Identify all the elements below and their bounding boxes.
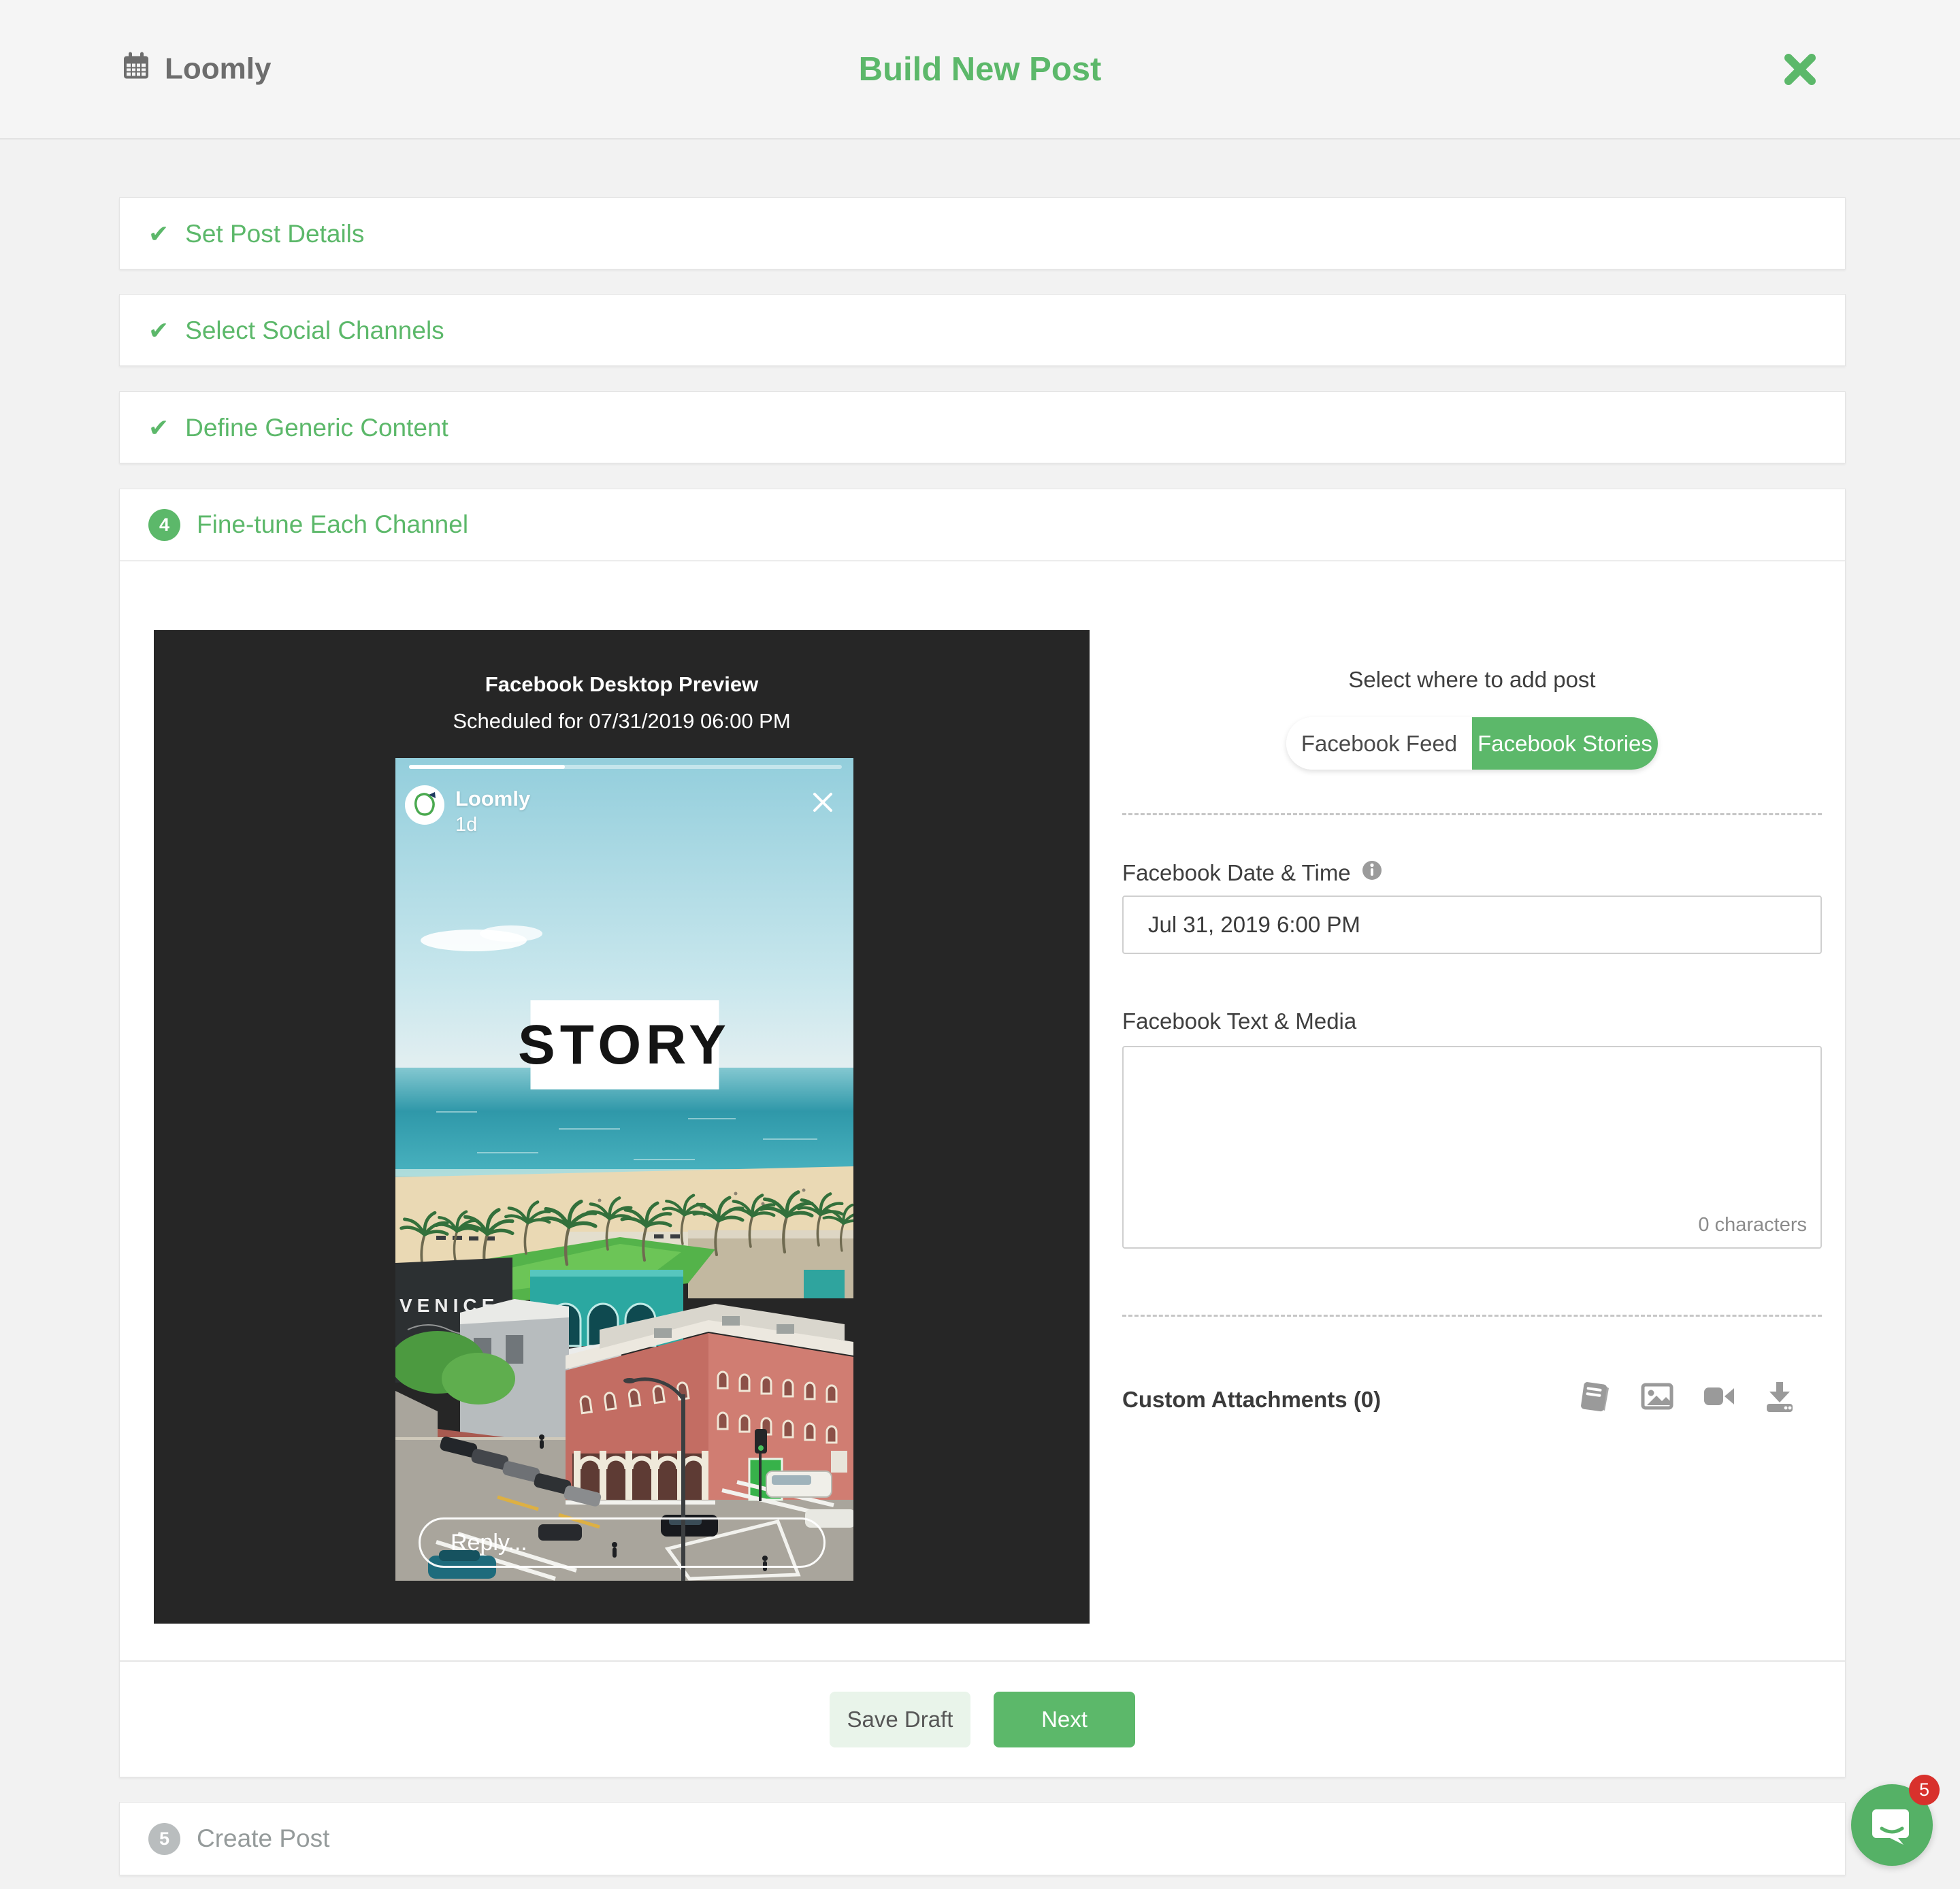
datetime-label: Facebook Date & Time <box>1122 860 1351 886</box>
story-age: 1d <box>455 814 477 836</box>
avatar <box>405 785 444 825</box>
close-icon[interactable] <box>1782 51 1818 88</box>
toggle-facebook-feed[interactable]: Facebook Feed <box>1286 717 1472 770</box>
brand: Loomly <box>121 50 271 88</box>
story-photo: VENICE <box>395 758 853 1581</box>
text-media-field-wrap: 0 characters <box>1122 1046 1822 1249</box>
library-icon[interactable] <box>1577 1377 1615 1415</box>
modal-header: Loomly Build New Post <box>0 0 1960 139</box>
page-title: Build New Post <box>859 50 1102 88</box>
facebook-preview-panel: Facebook Desktop Preview Scheduled for 0… <box>154 630 1090 1624</box>
facebook-story-preview: VENICE <box>395 758 853 1581</box>
step-label: Set Post Details <box>185 220 364 248</box>
story-progress-fill <box>409 765 565 769</box>
white-van <box>766 1471 832 1497</box>
chat-unread-badge: 5 <box>1909 1775 1940 1805</box>
step4-footer: Save Draft Next <box>120 1660 1845 1777</box>
step-header-create-post[interactable]: 5 Create Post <box>120 1803 1845 1875</box>
check-icon: ✔ <box>148 318 169 343</box>
story-overlay-card: STORY <box>530 1000 719 1089</box>
step-header-set-post-details[interactable]: ✔ Set Post Details <box>120 198 1845 270</box>
story-account-name: Loomly <box>455 787 530 811</box>
text-media-label: Facebook Text & Media <box>1122 1008 1356 1034</box>
step-header-define-generic-content[interactable]: ✔ Define Generic Content <box>120 392 1845 464</box>
select-where-heading: Select where to add post <box>1122 667 1822 693</box>
image-icon[interactable] <box>1638 1377 1676 1415</box>
preview-title: Facebook Desktop Preview <box>154 672 1090 697</box>
download-icon[interactable] <box>1761 1377 1799 1415</box>
post-destination-toggle: Facebook Feed Facebook Stories <box>1286 717 1658 770</box>
story-reply-field: Reply... <box>419 1517 826 1568</box>
step-number-badge: 4 <box>148 509 180 541</box>
attachment-actions <box>1577 1377 1799 1415</box>
step-card-define-generic-content: ✔ Define Generic Content <box>119 391 1846 463</box>
step-label: Select Social Channels <box>185 316 444 345</box>
story-close-icon <box>810 789 836 815</box>
step-card-fine-tune-each-channel: 4 Fine-tune Each Channel Facebook Deskto… <box>119 489 1846 1777</box>
story-progress-bar <box>409 765 842 769</box>
toggle-facebook-stories[interactable]: Facebook Stories <box>1472 717 1658 770</box>
step-header-select-social-channels[interactable]: ✔ Select Social Channels <box>120 295 1845 367</box>
character-count: 0 characters <box>1698 1214 1807 1236</box>
calendar-icon <box>121 50 151 88</box>
video-icon[interactable] <box>1699 1377 1737 1415</box>
custom-attachments-label: Custom Attachments (0) <box>1122 1387 1381 1413</box>
info-icon <box>1362 860 1382 886</box>
save-draft-button[interactable]: Save Draft <box>830 1692 970 1747</box>
step-label: Fine-tune Each Channel <box>197 510 468 539</box>
step-label: Create Post <box>197 1824 329 1853</box>
channel-settings-panel: Select where to add post Facebook Feed F… <box>1122 630 1822 1660</box>
text-media-label-row: Facebook Text & Media <box>1122 1008 1356 1034</box>
next-button[interactable]: Next <box>994 1692 1135 1747</box>
preview-schedule: Scheduled for 07/31/2019 06:00 PM <box>154 709 1090 734</box>
datetime-label-row: Facebook Date & Time <box>1122 860 1382 886</box>
step-header-fine-tune-each-channel[interactable]: 4 Fine-tune Each Channel <box>120 489 1845 561</box>
step-card-create-post: 5 Create Post <box>119 1802 1846 1875</box>
check-icon: ✔ <box>148 416 169 440</box>
check-icon: ✔ <box>148 222 169 246</box>
divider <box>1122 813 1822 815</box>
divider <box>1122 1315 1822 1317</box>
step-number-badge: 5 <box>148 1823 180 1855</box>
story-overlay-text: STORY <box>518 1013 731 1077</box>
step-card-select-social-channels: ✔ Select Social Channels <box>119 294 1846 366</box>
step-card-set-post-details: ✔ Set Post Details <box>119 197 1846 269</box>
datetime-input[interactable] <box>1122 896 1822 954</box>
loomly-logo-icon <box>408 789 441 821</box>
brand-name: Loomly <box>165 52 271 86</box>
step-label: Define Generic Content <box>185 414 448 442</box>
chat-launcher[interactable]: 5 <box>1851 1784 1933 1866</box>
